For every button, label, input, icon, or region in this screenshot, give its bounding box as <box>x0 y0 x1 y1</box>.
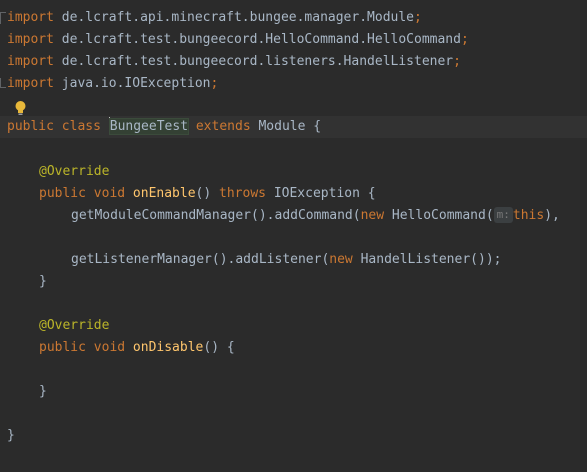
fold-marker[interactable] <box>0 78 6 88</box>
code-line-method-signature: public void onDisable() { <box>39 340 235 355</box>
code-editor[interactable]: import de.lcraft.api.minecraft.bungee.ma… <box>0 0 587 472</box>
code-line-statement: getModuleCommandManager().addCommand(new… <box>71 207 560 223</box>
code-line-brace: } <box>39 384 47 399</box>
fold-marker[interactable] <box>0 12 6 24</box>
code-line-class-declaration: public class BungeeTest extends Module { <box>7 117 322 135</box>
code-line-method-signature: public void onEnable() throws IOExceptio… <box>39 186 376 201</box>
lightbulb-icon[interactable] <box>14 100 27 116</box>
code-line-brace: } <box>7 428 15 443</box>
code-line-import: import de.lcraft.test.bungeecord.HelloCo… <box>7 32 469 47</box>
code-line-import: import de.lcraft.test.bungeecord.listene… <box>7 54 461 69</box>
code-line-annotation: @Override <box>39 164 110 179</box>
code-line-import: import de.lcraft.api.minecraft.bungee.ma… <box>7 10 422 25</box>
code-line-annotation: @Override <box>39 318 110 333</box>
code-line-brace: } <box>39 274 47 289</box>
class-name-highlight[interactable]: BungeeTest <box>108 118 190 135</box>
code-line-statement: getListenerManager().addListener(new Han… <box>71 252 502 267</box>
parameter-hint: m: <box>493 207 513 223</box>
code-line-import: import java.io.IOException; <box>7 76 219 91</box>
